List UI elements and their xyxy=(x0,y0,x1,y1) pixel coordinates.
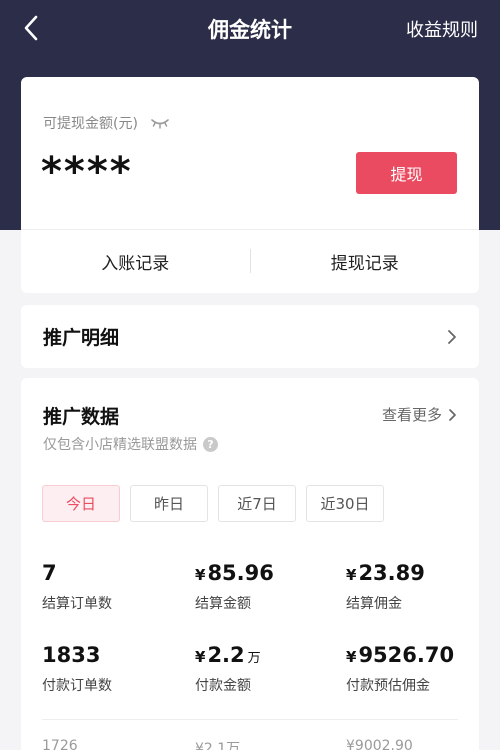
record-links: 入账记录 提现记录 xyxy=(21,229,479,293)
balance-label-row: 可提现金额(元) xyxy=(43,113,170,133)
tab-yesterday[interactable]: 昨日 xyxy=(130,485,208,522)
partial-stat: ¥2.1万 xyxy=(195,738,240,750)
settled-commission-stat: ¥23.89 结算佣金 xyxy=(346,561,425,613)
data-scope-text: 仅包含小店精选联盟数据 xyxy=(43,437,197,453)
paid-amount-stat: ¥2.2 万 付款金额 xyxy=(195,643,261,695)
nav-bar: 佣金统计 收益规则 xyxy=(0,0,500,56)
stat-value: ¥9002.90 xyxy=(346,738,413,750)
stat-value: 7 xyxy=(42,561,57,585)
promotion-detail-title: 推广明细 xyxy=(43,327,120,349)
stat-label: 结算订单数 xyxy=(42,596,112,612)
data-scope-note: 仅包含小店精选联盟数据 ? xyxy=(43,434,218,454)
tab-today[interactable]: 今日 xyxy=(42,485,120,522)
paid-est-commission-stat: ¥9526.70 付款预估佣金 xyxy=(346,643,454,695)
partial-stat: ¥9002.90 xyxy=(346,738,413,750)
settled-orders-stat: 7 结算订单数 xyxy=(42,561,112,613)
stat-value: ¥85.96 xyxy=(195,561,274,585)
stat-label: 结算佣金 xyxy=(346,596,402,612)
chevron-right-icon xyxy=(448,408,457,422)
stat-label: 结算金额 xyxy=(195,596,251,612)
eye-closed-icon[interactable] xyxy=(150,117,170,129)
settled-amount-stat: ¥85.96 结算金额 xyxy=(195,561,274,613)
promotion-data-card: 推广数据 查看更多 仅包含小店精选联盟数据 ? 今日 昨日 近7日 近30日 7… xyxy=(21,378,479,750)
stat-value: ¥2.1万 xyxy=(195,741,241,750)
balance-label: 可提现金额(元) xyxy=(43,116,138,132)
chevron-right-icon xyxy=(447,329,457,345)
paid-orders-stat: 1833 付款订单数 xyxy=(42,643,112,695)
stat-value: ¥9526.70 xyxy=(346,643,455,667)
date-range-tabs: 今日 昨日 近7日 近30日 xyxy=(42,485,394,522)
view-more-link[interactable]: 查看更多 xyxy=(382,404,457,425)
divider xyxy=(42,719,458,720)
earnings-rules-link[interactable]: 收益规则 xyxy=(406,16,478,42)
withdraw-records-link[interactable]: 提现记录 xyxy=(251,229,480,293)
stat-value: ¥2.2 万 xyxy=(195,643,261,667)
income-records-link[interactable]: 入账记录 xyxy=(21,229,250,293)
stat-value: ¥23.89 xyxy=(346,561,425,585)
promotion-data-title: 推广数据 xyxy=(43,406,120,428)
withdraw-button[interactable]: 提现 xyxy=(356,152,457,194)
chevron-left-icon xyxy=(24,15,38,41)
balance-value: **** xyxy=(41,149,133,195)
back-button[interactable] xyxy=(18,14,44,42)
promotion-detail-row[interactable]: 推广明细 xyxy=(21,305,479,368)
tab-last-7-days[interactable]: 近7日 xyxy=(218,485,296,522)
tab-last-30-days[interactable]: 近30日 xyxy=(306,485,384,522)
view-more-label: 查看更多 xyxy=(381,406,442,424)
stat-label: 付款预估佣金 xyxy=(346,678,430,694)
balance-card: 可提现金额(元) **** 提现 入账记录 提现记录 xyxy=(21,77,479,293)
stat-label: 付款订单数 xyxy=(42,678,112,694)
partial-stat: 1726 xyxy=(42,738,78,750)
stat-label: 付款金额 xyxy=(195,678,251,694)
help-icon[interactable]: ? xyxy=(203,436,218,452)
stat-value: 1833 xyxy=(42,643,101,667)
stat-value: 1726 xyxy=(42,738,78,750)
